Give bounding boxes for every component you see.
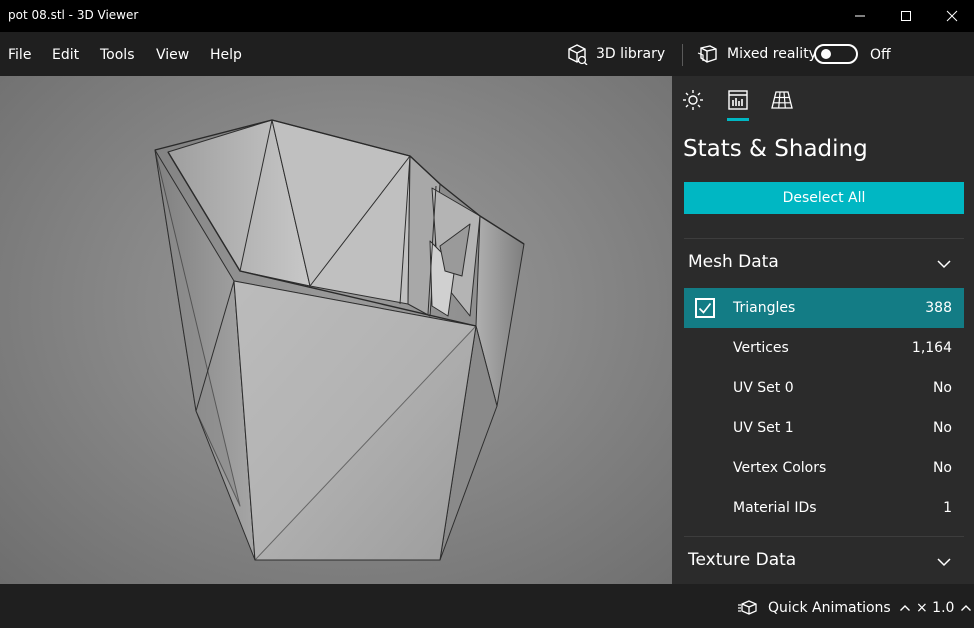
mesh-row-vertex-colors[interactable]: Vertex Colors No — [684, 448, 964, 488]
maximize-button[interactable] — [883, 0, 929, 32]
checkmark-icon — [698, 303, 712, 314]
mesh-row-value: 1 — [943, 500, 952, 516]
mesh-row-label: UV Set 0 — [733, 380, 794, 396]
animation-speed-button[interactable]: × 1.0 — [916, 599, 972, 617]
menu-file[interactable]: File — [8, 47, 31, 63]
mixed-reality-label: Mixed reality — [727, 46, 817, 62]
menu-edit[interactable]: Edit — [52, 47, 79, 63]
tab-stats[interactable] — [726, 88, 750, 112]
mixed-reality-state: Off — [870, 47, 891, 63]
maximize-icon — [901, 11, 911, 21]
stats-panel: Stats & Shading Deselect All Mesh Data T… — [672, 76, 974, 584]
mixed-reality-button[interactable]: Mixed reality — [697, 42, 817, 66]
title-bar: pot 08.stl - 3D Viewer — [0, 0, 974, 32]
section-divider — [684, 536, 964, 537]
status-bar: Quick Animations × 1.0 — [0, 584, 974, 628]
menu-help[interactable]: Help — [210, 47, 242, 63]
mesh-row-value: No — [932, 460, 952, 476]
mixed-reality-toggle[interactable] — [814, 44, 858, 64]
mesh-row-uv-set-1[interactable]: UV Set 1 No — [684, 408, 964, 448]
quick-animations-icon — [738, 600, 757, 615]
tab-grid[interactable] — [770, 88, 794, 112]
mesh-row-value: No — [932, 380, 952, 396]
3d-library-button[interactable]: 3D library — [566, 42, 665, 66]
texture-data-header[interactable]: Texture Data — [688, 550, 796, 570]
section-divider — [684, 238, 964, 239]
mesh-row-label: Material IDs — [733, 500, 817, 516]
close-icon — [946, 10, 958, 22]
quick-animations-label: Quick Animations — [768, 600, 891, 616]
chevron-up-icon — [961, 605, 972, 611]
3d-viewport[interactable] — [0, 76, 672, 584]
minimize-icon — [855, 15, 865, 17]
chevron-down-icon[interactable] — [936, 256, 952, 272]
stats-icon — [728, 90, 748, 110]
menu-bar: File Edit Tools View Help 3D library Mix… — [0, 32, 974, 76]
mesh-row-label: Triangles — [733, 300, 796, 316]
mesh-data-header[interactable]: Mesh Data — [688, 252, 779, 272]
toggle-knob — [821, 49, 831, 59]
pot-model — [154, 119, 525, 561]
deselect-all-button[interactable]: Deselect All — [684, 182, 964, 214]
3d-library-label: 3D library — [596, 46, 666, 62]
window-title: pot 08.stl - 3D Viewer — [8, 8, 139, 22]
3d-library-icon — [568, 44, 588, 65]
menu-tools[interactable]: Tools — [100, 47, 135, 63]
mesh-row-value: No — [932, 420, 952, 436]
mesh-row-label: Vertex Colors — [733, 460, 827, 476]
panel-title: Stats & Shading — [683, 136, 868, 162]
mesh-row-value: 1,164 — [911, 340, 952, 356]
toolbar-divider — [682, 44, 683, 66]
minimize-button[interactable] — [837, 0, 883, 32]
triangles-checkbox[interactable] — [695, 298, 715, 318]
tab-environment[interactable] — [681, 88, 705, 112]
environment-icon — [683, 90, 703, 110]
menu-view[interactable]: View — [156, 47, 189, 63]
mesh-row-uv-set-0[interactable]: UV Set 0 No — [684, 368, 964, 408]
mesh-row-triangles[interactable]: Triangles 388 — [684, 288, 964, 328]
mesh-row-label: Vertices — [733, 340, 789, 356]
quick-animations-button[interactable]: Quick Animations — [738, 599, 911, 617]
mixed-reality-icon — [697, 45, 717, 63]
mesh-row-value: 388 — [925, 300, 952, 316]
mesh-row-vertices[interactable]: Vertices 1,164 — [684, 328, 964, 368]
mesh-row-label: UV Set 1 — [733, 420, 794, 436]
grid-icon — [771, 91, 793, 109]
close-button[interactable] — [929, 0, 974, 32]
animation-speed-label: × 1.0 — [916, 600, 955, 616]
active-tab-indicator — [727, 118, 749, 121]
chevron-up-icon — [899, 605, 910, 611]
chevron-down-icon[interactable] — [936, 554, 952, 570]
mesh-row-material-ids[interactable]: Material IDs 1 — [684, 488, 964, 528]
